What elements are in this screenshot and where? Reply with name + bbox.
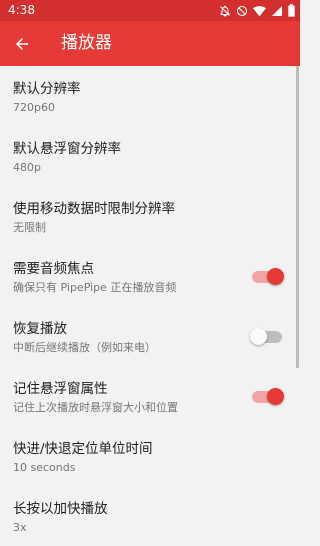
setting-long-press-speedup[interactable]: 长按以加快播放 3x bbox=[0, 486, 300, 546]
setting-summary: 无限制 bbox=[13, 221, 46, 234]
do-not-disturb-icon bbox=[236, 5, 248, 16]
resume-playback-switch[interactable] bbox=[250, 327, 286, 347]
scrollbar[interactable] bbox=[296, 66, 299, 368]
switch-thumb bbox=[267, 268, 284, 285]
notifications-off-icon bbox=[220, 5, 230, 17]
setting-summary: 3x bbox=[13, 521, 27, 534]
setting-title: 使用移动数据时限制分辨率 bbox=[13, 201, 175, 217]
setting-summary: 记住上次播放时悬浮窗大小和位置 bbox=[13, 401, 178, 414]
setting-summary: 720p60 bbox=[13, 101, 55, 114]
switch-thumb bbox=[250, 328, 267, 345]
audio-focus-switch[interactable] bbox=[250, 267, 286, 287]
setting-remember-popup-properties[interactable]: 记住悬浮窗属性 记住上次播放时悬浮窗大小和位置 bbox=[0, 366, 300, 426]
setting-title: 需要音频焦点 bbox=[13, 261, 94, 277]
wifi-icon bbox=[253, 5, 266, 16]
setting-audio-focus[interactable]: 需要音频焦点 确保只有 PipePipe 正在播放音频 bbox=[0, 246, 300, 306]
setting-summary: 确保只有 PipePipe 正在播放音频 bbox=[13, 281, 177, 294]
setting-summary: 10 seconds bbox=[13, 461, 76, 474]
status-bar: 4:38 bbox=[0, 0, 300, 21]
back-button[interactable] bbox=[8, 30, 36, 58]
switch-thumb bbox=[267, 388, 284, 405]
setting-title: 长按以加快播放 bbox=[13, 501, 108, 517]
page-title: 播放器 bbox=[61, 33, 112, 53]
setting-title: 快进/快退定位单位时间 bbox=[13, 441, 153, 457]
setting-summary: 480p bbox=[13, 161, 41, 174]
toolbar: 播放器 bbox=[0, 21, 300, 66]
setting-title: 默认分辨率 bbox=[13, 81, 81, 97]
status-icons bbox=[219, 4, 295, 17]
battery-icon bbox=[288, 4, 295, 17]
setting-resume-playback[interactable]: 恢复播放 中断后继续播放（例如来电） bbox=[0, 306, 300, 366]
signal-icon bbox=[272, 5, 282, 16]
setting-mobile-data-resolution-limit[interactable]: 使用移动数据时限制分辨率 无限制 bbox=[0, 186, 300, 246]
arrow-back-icon[interactable] bbox=[13, 35, 31, 53]
remember-popup-properties-switch[interactable] bbox=[250, 387, 286, 407]
setting-title: 记住悬浮窗属性 bbox=[13, 381, 108, 397]
settings-list: 默认分辨率 720p60 默认悬浮窗分辨率 480p 使用移动数据时限制分辨率 … bbox=[0, 66, 300, 546]
setting-seek-duration[interactable]: 快进/快退定位单位时间 10 seconds bbox=[0, 426, 300, 486]
setting-title: 恢复播放 bbox=[13, 321, 67, 337]
setting-summary: 中断后继续播放（例如来电） bbox=[13, 341, 156, 354]
setting-default-popup-resolution[interactable]: 默认悬浮窗分辨率 480p bbox=[0, 126, 300, 186]
status-time: 4:38 bbox=[8, 3, 35, 17]
setting-default-resolution[interactable]: 默认分辨率 720p60 bbox=[0, 66, 300, 126]
setting-title: 默认悬浮窗分辨率 bbox=[13, 141, 121, 157]
